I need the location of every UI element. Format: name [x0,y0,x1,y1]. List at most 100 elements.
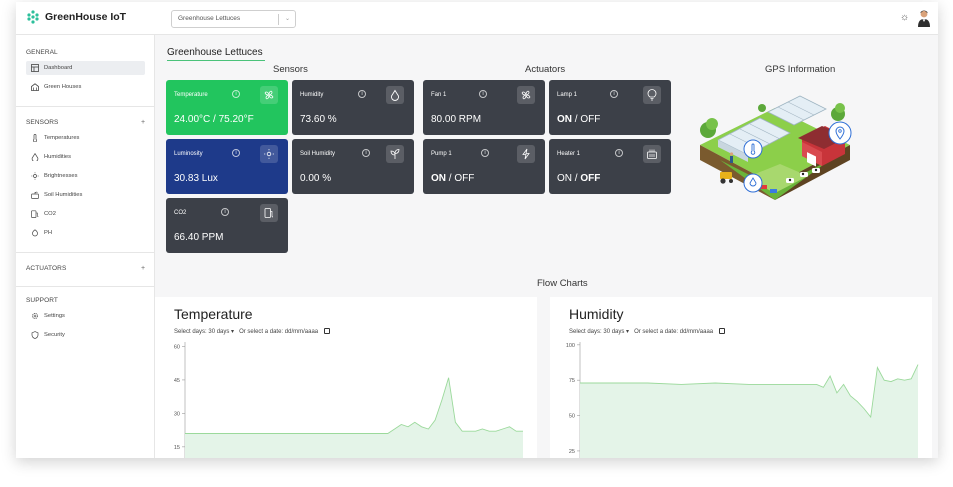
sidebar-item-ph[interactable]: PH [26,226,145,240]
sensor-card-luminosity[interactable]: Luminosity i 30.83 Lux [166,139,288,194]
sun-icon [31,172,39,180]
info-icon[interactable]: i [362,149,370,157]
droplet-icon [31,153,39,161]
sidebar-item-soil-humidities[interactable]: Soil Humidities [26,188,145,202]
state-off: OFF [580,173,601,184]
info-icon[interactable]: i [479,90,487,98]
card-label: Pump 1 [431,151,452,157]
sidebar-divider [16,252,155,253]
card-label: Fan 1 [431,92,447,98]
greenhouse-icon [31,83,39,91]
state-on: ON [431,173,446,184]
sidebar-item-brightnesses[interactable]: Brightnesses [26,169,145,183]
section-actuators[interactable]: ACTUATORS + [26,265,145,272]
farm-illustration [700,95,852,200]
area-fill [580,364,918,458]
pump-icon [517,145,535,163]
sensors-header: Sensors [273,64,308,75]
actuator-card-pump-1[interactable]: Pump 1 i ON / OFF [423,139,545,194]
co2-icon [31,210,39,218]
avatar[interactable] [917,9,931,27]
sidebar-item-co2[interactable]: CO2 [26,207,145,221]
sidebar-item-temperatures[interactable]: Temperatures [26,131,145,145]
sidebar-item-label: Green Houses [44,84,82,90]
actuator-card-lamp-1[interactable]: Lamp 1 i ON / OFF [549,80,671,135]
ph-icon [32,229,38,237]
sidebar-item-security[interactable]: Security [26,328,145,342]
greenhouse-title: Greenhouse Lettuces [167,47,263,58]
sensor-card-co2[interactable]: CO2 i 66.40 PPM [166,198,288,253]
temperature-chart: 60 45 30 15 [174,342,523,458]
temperature-pin-icon[interactable] [743,139,763,159]
heater-icon [643,145,661,163]
sensor-card-soil-humidity[interactable]: Soil Humidity i 0.00 % [292,139,414,194]
actuator-card-heater-1[interactable]: Heater 1 i ON / OFF [549,139,671,194]
lamp-toggle[interactable]: ON / OFF [557,114,600,125]
theme-toggle-icon[interactable]: ☼ [900,12,909,23]
greenhouse-select[interactable]: Greenhouse Lettuces ⌄ [171,10,296,28]
fuel-icon [260,204,278,222]
humidity-chart-card: Humidity Select days: 30 days ▾ Or selec… [550,297,932,458]
info-icon[interactable]: i [610,90,618,98]
bulb-icon [643,86,661,104]
app-title: GreenHouse IoT [45,11,127,23]
top-bar: GreenHouse IoT Greenhouse Lettuces ⌄ ☼ [16,2,938,35]
series-line [185,377,523,434]
actuator-card-fan-1[interactable]: Fan 1 i 80.00 RPM [423,80,545,135]
sidebar-item-dashboard[interactable]: Dashboard [26,61,145,75]
expand-sensors-icon[interactable]: + [141,119,145,126]
brand[interactable]: GreenHouse IoT [26,10,126,24]
card-label: Humidity [300,92,324,98]
sidebar: GENERAL Dashboard Green Houses SENSORS +… [16,35,155,458]
sidebar-item-label: Security [44,332,65,338]
sidebar-item-label: Brightnesses [44,173,78,179]
info-icon[interactable]: i [358,90,366,98]
card-label: Lamp 1 [557,92,578,98]
gear-icon [32,313,38,319]
info-icon[interactable]: i [615,149,623,157]
section-support: SUPPORT [26,297,59,304]
heater-toggle[interactable]: ON / OFF [557,173,600,184]
info-icon[interactable]: i [221,208,229,216]
info-icon[interactable]: i [232,149,240,157]
card-label: Soil Humidity [300,151,336,157]
card-value: 66.40 PPM [174,232,224,243]
card-value: 0.00 % [300,173,332,184]
temperature-chart-card: Temperature Select days: 30 days ▾ Or se… [155,297,537,458]
card-label: Heater 1 [557,151,581,157]
sensor-card-temperature[interactable]: Temperature i 24.00°C / 75.20°F [166,80,288,135]
sidebar-item-label: PH [44,230,53,236]
humidity-pin-icon[interactable] [743,173,763,193]
pump-toggle[interactable]: ON / OFF [431,173,474,184]
sidebar-item-label: Settings [44,313,65,319]
info-icon[interactable]: i [232,90,240,98]
card-value: 80.00 RPM [431,114,482,125]
state-on: ON [557,114,572,125]
shield-icon [31,331,39,339]
info-icon[interactable]: i [481,149,489,157]
sensor-card-humidity[interactable]: Humidity i 73.60 % [292,80,414,135]
farmer [729,152,734,163]
section-sensors[interactable]: SENSORS + [26,119,145,126]
sidebar-item-label: Humidities [44,154,72,160]
y-tick-label: 25 [569,449,575,455]
state-on: ON [557,173,572,184]
fan-icon [517,86,535,104]
sidebar-item-green-houses[interactable]: Green Houses [26,80,145,94]
sidebar-item-settings[interactable]: Settings [26,309,145,323]
sun-icon [260,145,278,163]
app-window: GreenHouse IoT Greenhouse Lettuces ⌄ ☼ G… [16,2,938,458]
y-tick-label: 15 [174,445,180,451]
card-value: 24.00°C / 75.20°F [174,114,254,125]
sidebar-divider [16,286,155,287]
greenhouse-select-value: Greenhouse Lettuces [178,15,241,22]
sidebar-item-label: Soil Humidities [44,192,83,198]
soil-icon [31,191,39,199]
expand-actuators-icon[interactable]: + [141,265,145,272]
y-tick-label: 45 [174,378,180,384]
state-off: OFF [454,173,475,184]
fan-icon [260,86,278,104]
location-pin-icon[interactable] [828,121,852,145]
sidebar-item-humidities[interactable]: Humidities [26,150,145,164]
title-underline [167,60,265,61]
